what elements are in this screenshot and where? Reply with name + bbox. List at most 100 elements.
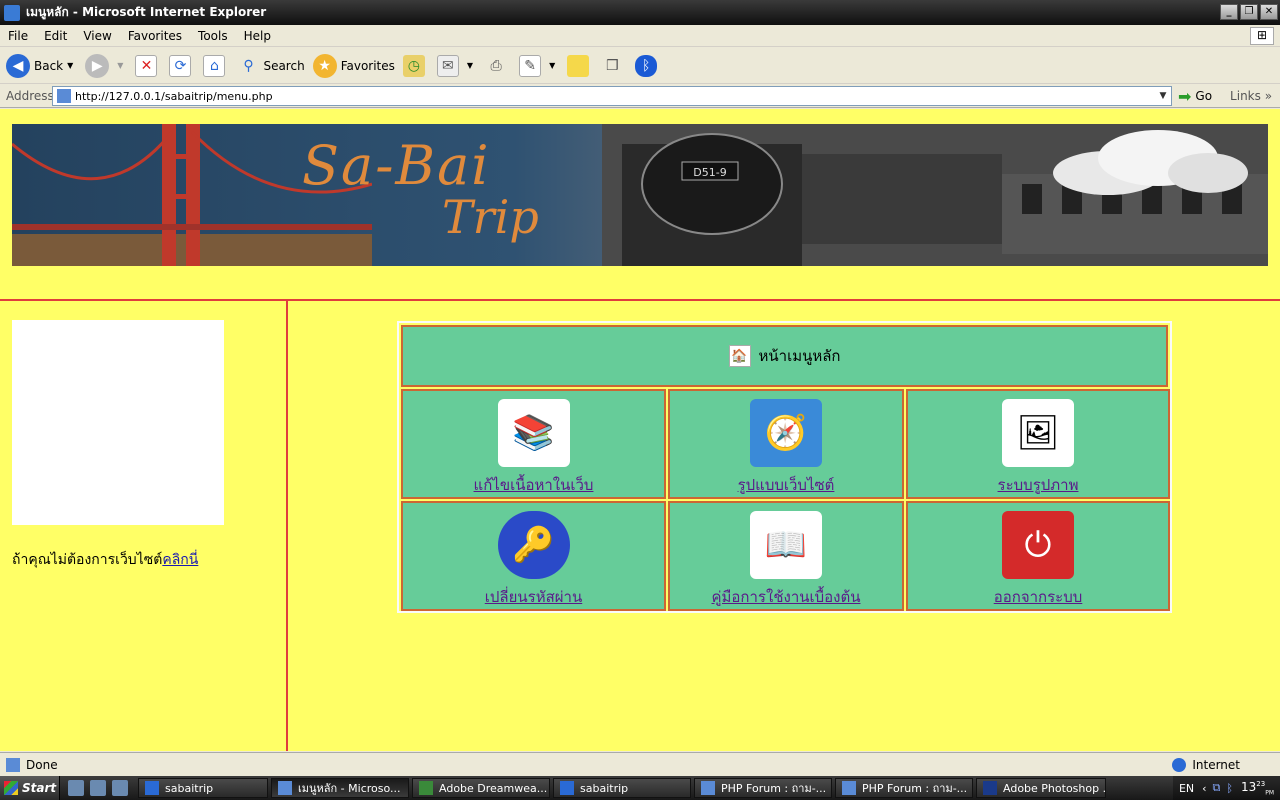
menu-link-image-system[interactable]: ระบบรูปภาพ (998, 473, 1079, 497)
menu-link-manual[interactable]: คู่มือการใช้งานเบื้องต้น (712, 585, 861, 609)
print-icon: ⎙ (490, 57, 502, 74)
picture-icon[interactable]: 🖼 (1002, 399, 1074, 467)
print-button[interactable]: ⎙ (485, 55, 511, 77)
address-url[interactable]: http://127.0.0.1/sabaitrip/menu.php (75, 90, 1155, 103)
go-button[interactable]: ➡ Go (1178, 87, 1212, 106)
site-logo-line2: Trip (442, 190, 539, 244)
task-label: PHP Forum : ถาม-... (862, 782, 968, 795)
key-icon[interactable]: 🔑 (497, 511, 570, 579)
back-button[interactable]: ◀ Back ▼ (6, 53, 77, 78)
folder-icon (145, 781, 159, 795)
history-icon: ◷ (402, 54, 425, 77)
notes-button[interactable] (567, 54, 593, 77)
system-tray: EN ‹ ⧉ ᛒ 1323PM (1172, 776, 1280, 800)
close-button[interactable]: ✕ (1260, 4, 1278, 20)
sidebar-white-box (12, 320, 224, 525)
restore-button[interactable]: ❐ (1240, 4, 1258, 20)
page-status-icon (6, 757, 20, 772)
links-button[interactable]: Links » (1230, 89, 1272, 103)
minimize-button[interactable]: _ (1220, 4, 1238, 20)
cloud-image (1053, 130, 1248, 195)
menu-file[interactable]: File (0, 29, 36, 43)
menu-link-site-style[interactable]: รูปแบบเว็บไซต์ (738, 473, 835, 497)
tray-arrow-icon[interactable]: ‹ (1202, 782, 1206, 795)
task-photoshop[interactable]: Adobe Photoshop ... (976, 778, 1106, 798)
menu-tools[interactable]: Tools (190, 29, 236, 43)
menu-favorites[interactable]: Favorites (120, 29, 190, 43)
window-titlebar: เมนูหลัก - Microsoft Internet Explorer _… (0, 0, 1280, 25)
stop-icon: ✕ (135, 54, 158, 77)
language-indicator[interactable]: EN (1179, 782, 1194, 795)
sidebar-click-link[interactable]: คลิกนี่ (162, 552, 198, 568)
clock-ampm: PM (1265, 789, 1274, 797)
mail-button[interactable]: ✉ ▼ (436, 54, 477, 77)
desktop-quicklaunch-icon[interactable] (90, 780, 106, 796)
address-input[interactable]: http://127.0.0.1/sabaitrip/menu.php ▼ (52, 86, 1172, 106)
task-dreamweaver[interactable]: Adobe Dreamwea... (412, 778, 550, 798)
menu-item-logout[interactable]: ⏻ ออกจากระบบ (906, 501, 1170, 611)
task-sabaitrip-1[interactable]: sabaitrip (138, 778, 268, 798)
start-button[interactable]: Start (0, 776, 60, 800)
security-zone: Internet (1172, 757, 1240, 772)
task-php-forum-1[interactable]: PHP Forum : ถาม-... (694, 778, 832, 798)
compass-icon[interactable]: 🧭 (750, 399, 822, 467)
task-sabaitrip-2[interactable]: sabaitrip (553, 778, 691, 798)
books-icon[interactable]: 📚 (497, 399, 570, 467)
address-bar: Address http://127.0.0.1/sabaitrip/menu.… (0, 85, 1280, 108)
menu-item-edit-content[interactable]: 📚 แก้ไขเนื้อหาในเว็บ (401, 389, 666, 499)
bluetooth-button[interactable]: ᛒ (635, 54, 661, 77)
loco-plate: D51-9 (693, 166, 726, 179)
manual-icon[interactable]: 📖 (750, 511, 822, 579)
mail-dropdown-icon[interactable]: ▼ (467, 61, 473, 70)
edit-button[interactable]: ✎ ▼ (519, 54, 559, 77)
note-icon (567, 54, 590, 77)
favorites-star-icon: ★ (312, 53, 337, 78)
menu-item-change-password[interactable]: 🔑 เปลี่ยนรหัสผ่าน (401, 501, 666, 611)
task-label: เมนูหลัก - Microso... (298, 782, 401, 795)
search-icon: ⚲ (243, 57, 254, 74)
forward-button[interactable]: ▶ ▼ (85, 53, 127, 78)
menu-link-logout[interactable]: ออกจากระบบ (994, 585, 1083, 609)
refresh-button[interactable]: ⟳ (169, 54, 195, 77)
research-button[interactable]: ❒ (601, 55, 627, 77)
home-button[interactable]: ⌂ (203, 54, 229, 77)
quick-launch (68, 780, 128, 796)
go-arrow-icon: ➡ (1178, 86, 1192, 106)
sidebar-prompt: ถ้าคุณไม่ต้องการเว็บไซต์คลิกนี่ (12, 549, 198, 571)
tray-bluetooth-icon[interactable]: ᛒ (1226, 782, 1233, 795)
power-icon[interactable]: ⏻ (1002, 511, 1074, 579)
page-icon (57, 89, 71, 103)
media-quicklaunch-icon[interactable] (112, 780, 128, 796)
toolbar: ◀ Back ▼ ▶ ▼ ✕ ⟳ ⌂ ⚲ Search ★ Favorites … (0, 48, 1280, 84)
favorites-button[interactable]: ★ Favorites (312, 53, 395, 78)
menu-item-manual[interactable]: 📖 คู่มือการใช้งานเบื้องต้น (668, 501, 904, 611)
menu-link-edit-content[interactable]: แก้ไขเนื้อหาในเว็บ (474, 473, 594, 497)
research-icon: ❒ (605, 57, 619, 74)
ie-task-icon (278, 781, 292, 795)
menu-help[interactable]: Help (236, 29, 279, 43)
history-button[interactable]: ◷ (402, 54, 429, 77)
ie-quicklaunch-icon[interactable] (68, 780, 84, 796)
clock[interactable]: 1323PM (1241, 780, 1274, 796)
stop-button[interactable]: ✕ (135, 54, 161, 77)
task-ie-menu[interactable]: เมนูหลัก - Microso... (271, 778, 409, 798)
menu-view[interactable]: View (75, 29, 119, 43)
home-icon: ⌂ (203, 54, 226, 77)
back-dropdown-icon[interactable]: ▼ (67, 61, 73, 70)
search-button[interactable]: ⚲ Search (237, 55, 304, 77)
menu-link-change-password[interactable]: เปลี่ยนรหัสผ่าน (485, 585, 582, 609)
forward-dropdown-icon[interactable]: ▼ (117, 61, 123, 70)
network-icon[interactable]: ⧉ (1213, 781, 1221, 795)
edit-dropdown-icon[interactable]: ▼ (549, 61, 555, 70)
main-menu-table: 🏠 หน้าเมนูหลัก 📚 แก้ไขเนื้อหาในเว็บ 🧭 รู… (397, 321, 1172, 613)
window-title: เมนูหลัก - Microsoft Internet Explorer (26, 5, 267, 19)
task-php-forum-2[interactable]: PHP Forum : ถาม-... (835, 778, 973, 798)
address-dropdown-icon[interactable]: ▼ (1155, 91, 1171, 101)
menu-edit[interactable]: Edit (36, 29, 75, 43)
photoshop-icon (983, 781, 997, 795)
clock-hour: 13 (1241, 779, 1257, 794)
menu-item-site-style[interactable]: 🧭 รูปแบบเว็บไซต์ (668, 389, 904, 499)
windows-logo-icon: ⊞ (1250, 27, 1274, 45)
menu-item-image-system[interactable]: 🖼 ระบบรูปภาพ (906, 389, 1170, 499)
task-label: Adobe Photoshop ... (1003, 781, 1106, 795)
